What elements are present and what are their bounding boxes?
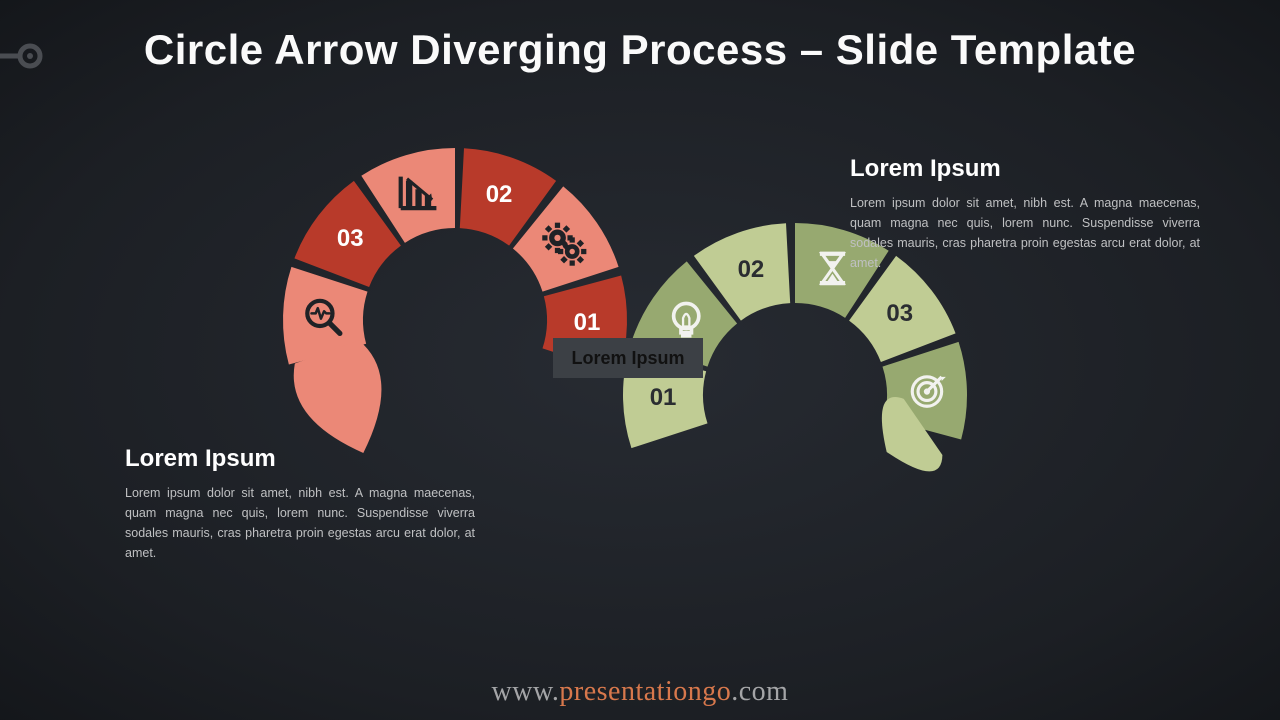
bot-seg-4-label: 03 <box>886 300 913 327</box>
text-block-right-heading: Lorem Ipsum <box>850 155 1200 183</box>
footer-mid: presentationgo <box>559 676 731 707</box>
footer-post: .com <box>731 676 788 707</box>
text-block-right-body: Lorem ipsum dolor sit amet, nibh est. A … <box>850 193 1200 273</box>
text-block-right: Lorem Ipsum Lorem ipsum dolor sit amet, … <box>850 155 1200 273</box>
center-label: Lorem Ipsum <box>553 338 703 378</box>
text-block-left: Lorem Ipsum Lorem ipsum dolor sit amet, … <box>125 445 475 563</box>
bot-seg-0-label: 01 <box>650 384 677 411</box>
text-block-left-body: Lorem ipsum dolor sit amet, nibh est. A … <box>125 483 475 563</box>
text-block-left-heading: Lorem Ipsum <box>125 445 475 473</box>
footer-url: www.presentationgo.com <box>0 676 1280 708</box>
top-seg-0-label: 01 <box>574 309 601 336</box>
top-seg-4-label: 03 <box>337 225 364 252</box>
footer-pre: www. <box>492 676 560 707</box>
bot-seg-2-label: 02 <box>738 256 765 283</box>
top-seg-2-label: 02 <box>486 181 513 208</box>
